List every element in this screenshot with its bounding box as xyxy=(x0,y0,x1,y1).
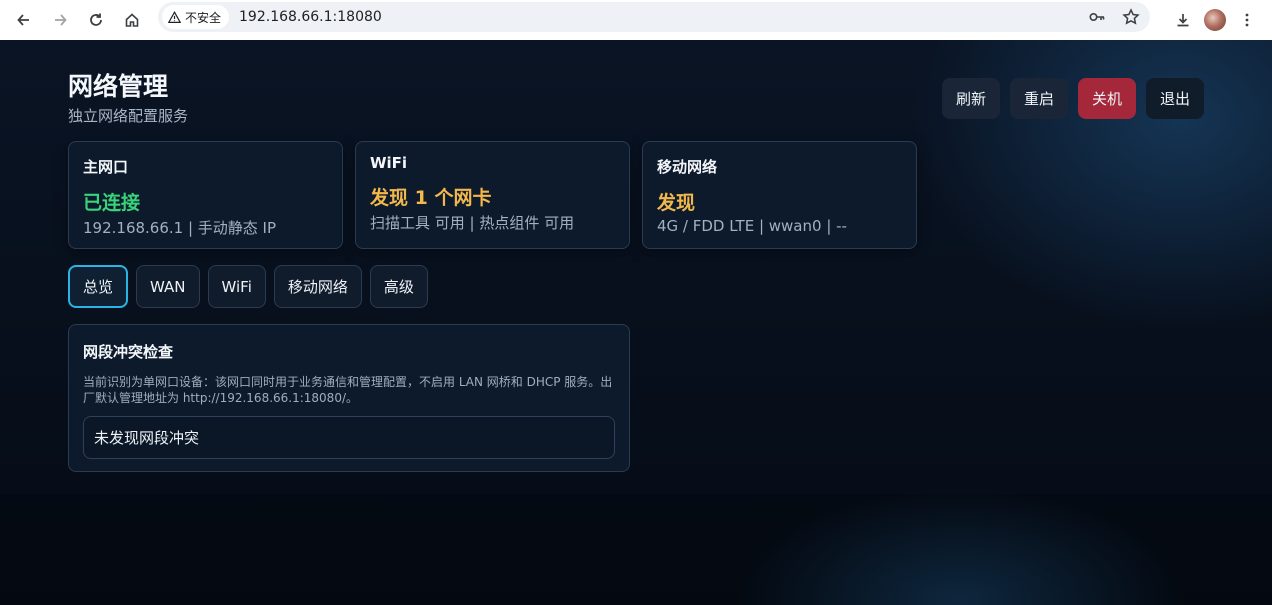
card-title: 主网口 xyxy=(83,158,129,176)
download-icon[interactable] xyxy=(1168,4,1198,36)
address-bar[interactable]: 不安全 192.168.66.1:18080 xyxy=(158,2,1150,32)
back-icon[interactable] xyxy=(6,4,42,36)
bookmark-star-icon[interactable] xyxy=(1120,6,1142,28)
card-detail: 192.168.66.1 | 手动静态 IP xyxy=(83,219,277,237)
status-badge: 发现 1 个网卡 xyxy=(370,187,492,209)
card-title: 移动网络 xyxy=(657,158,718,176)
reload-icon[interactable] xyxy=(78,4,114,36)
logout-button[interactable]: 退出 xyxy=(1145,78,1204,119)
more-menu-icon[interactable] xyxy=(1232,4,1262,36)
conflict-result: 未发现网段冲突 xyxy=(83,416,615,459)
card-main-port: 主网口 已连接 192.168.66.1 | 手动静态 IP xyxy=(68,141,343,249)
home-icon[interactable] xyxy=(114,4,150,36)
header-actions: 刷新 重启 关机 退出 xyxy=(941,78,1204,119)
tab-overview[interactable]: 总览 xyxy=(68,265,129,308)
footer-band xyxy=(0,494,1272,605)
shutdown-button[interactable]: 关机 xyxy=(1077,78,1136,119)
warning-icon xyxy=(168,10,181,23)
card-mobile-network: 移动网络 发现 4G / FDD LTE | wwan0 | -- xyxy=(642,141,917,249)
page-subtitle: 独立网络配置服务 xyxy=(68,107,189,125)
url-text[interactable]: 192.168.66.1:18080 xyxy=(239,9,382,25)
card-title: WiFi xyxy=(370,154,408,172)
security-chip[interactable]: 不安全 xyxy=(162,5,230,29)
status-badge: 发现 xyxy=(657,192,696,214)
profile-avatar[interactable] xyxy=(1204,9,1226,31)
conflict-check-panel: 网段冲突检查 当前识别为单网口设备：该网口同时用于业务通信和管理配置，不启用 L… xyxy=(68,324,630,472)
tab-mobile-network[interactable]: 移动网络 xyxy=(273,265,362,308)
panel-description: 当前识别为单网口设备：该网口同时用于业务通信和管理配置，不启用 LAN 网桥和 … xyxy=(83,375,613,405)
tab-wifi[interactable]: WiFi xyxy=(207,265,266,308)
app-page: 网络管理 独立网络配置服务 刷新 重启 关机 退出 主网口 已连接 192.16… xyxy=(0,40,1272,605)
tab-wan[interactable]: WAN xyxy=(136,265,200,308)
page-title: 网络管理 xyxy=(68,72,169,101)
tab-advanced[interactable]: 高级 xyxy=(369,265,428,308)
browser-toolbar: 不安全 192.168.66.1:18080 xyxy=(0,0,1272,40)
tab-bar: 总览 WAN WiFi 移动网络 高级 xyxy=(68,265,428,308)
refresh-button[interactable]: 刷新 xyxy=(941,78,1000,119)
security-label: 不安全 xyxy=(185,10,222,25)
panel-title: 网段冲突检查 xyxy=(83,343,174,361)
forward-icon[interactable] xyxy=(42,4,78,36)
status-badge: 已连接 xyxy=(83,192,141,214)
restart-button[interactable]: 重启 xyxy=(1009,78,1068,119)
card-detail: 4G / FDD LTE | wwan0 | -- xyxy=(657,217,847,235)
key-icon[interactable] xyxy=(1086,6,1108,28)
card-detail: 扫描工具 可用 | 热点组件 可用 xyxy=(370,214,575,232)
card-wifi: WiFi 发现 1 个网卡 扫描工具 可用 | 热点组件 可用 xyxy=(355,141,630,249)
